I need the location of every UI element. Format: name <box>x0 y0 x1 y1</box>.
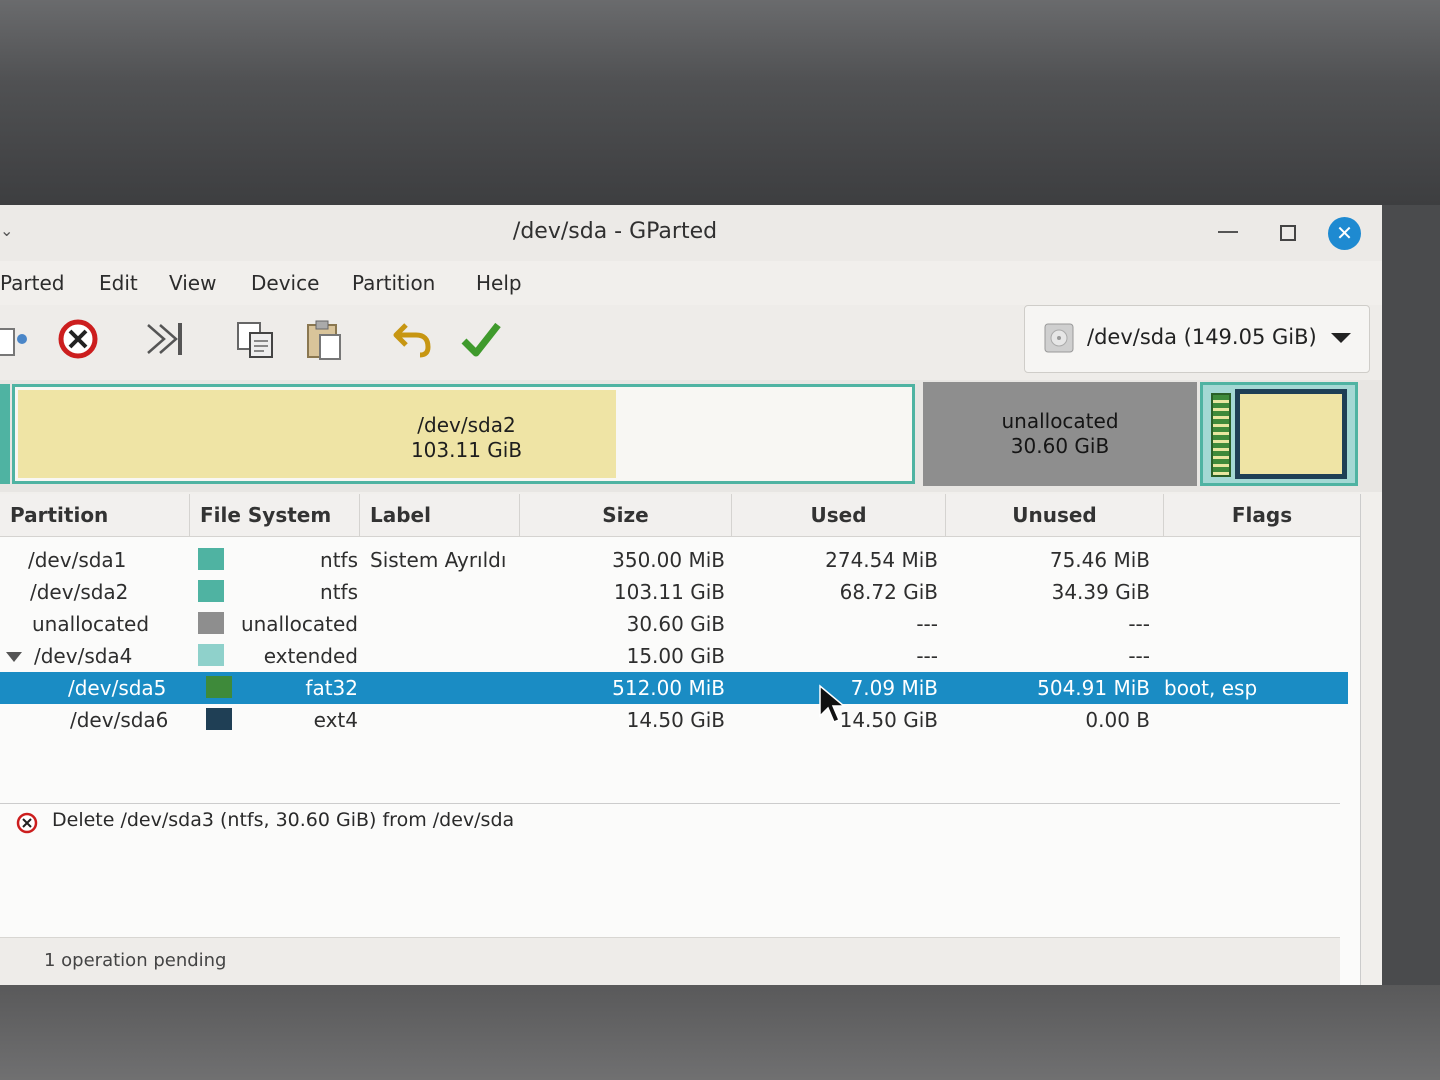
resize-move-icon[interactable] <box>142 315 190 363</box>
disk-map-unallocated-size: 30.60 GiB <box>1010 434 1110 458</box>
cell-size: 15.00 GiB <box>626 644 725 668</box>
column-flags[interactable]: Flags <box>1164 494 1360 536</box>
hard-disk-icon <box>1044 323 1074 353</box>
status-bar: 1 operation pending <box>0 937 1340 985</box>
gparted-window: ⌄ /dev/sda - GParted ✕ Parted Edit View … <box>0 205 1382 985</box>
cell-used: --- <box>916 612 938 636</box>
column-label[interactable]: Label <box>360 494 520 536</box>
cell-partition: /dev/sda5 <box>68 676 167 700</box>
disk-map-unallocated-name: unallocated <box>1001 409 1119 433</box>
cell-fs: extended <box>263 644 358 668</box>
menu-view[interactable]: View <box>169 271 216 295</box>
pending-operations-list: Delete /dev/sda3 (ntfs, 30.60 GiB) from … <box>0 803 1340 936</box>
delete-operation-icon <box>16 812 38 834</box>
cell-partition: /dev/sda4 <box>34 644 133 668</box>
monitor-bezel-top <box>0 0 1440 205</box>
maximize-button[interactable] <box>1280 225 1296 241</box>
cell-unused: 0.00 B <box>1085 708 1150 732</box>
disk-map-unallocated-text: unallocated 30.60 GiB <box>923 409 1197 459</box>
disk-map-extended[interactable] <box>1200 382 1358 486</box>
cell-size: 512.00 MiB <box>612 676 725 700</box>
table-row[interactable]: /dev/sda5 fat32 512.00 MiB 7.09 MiB 504.91 M… <box>0 672 1348 704</box>
disk-map: /dev/sda2 103.11 GiB unallocated 30.60 G… <box>0 380 1382 492</box>
cell-used: 274.54 MiB <box>825 548 938 572</box>
apply-icon[interactable] <box>456 315 504 363</box>
column-unused[interactable]: Unused <box>946 494 1164 536</box>
cell-size: 350.00 MiB <box>612 548 725 572</box>
cell-partition: /dev/sda2 <box>30 580 129 604</box>
mouse-cursor-icon <box>819 684 847 723</box>
undo-icon[interactable] <box>388 315 436 363</box>
device-selector[interactable]: /dev/sda (149.05 GiB) <box>1024 305 1370 373</box>
disk-map-sda6[interactable] <box>1235 389 1347 479</box>
disk-map-sda1[interactable] <box>0 384 10 484</box>
cell-label: Sistem Ayrıldı <box>370 548 507 572</box>
table-row[interactable]: /dev/sda2 ntfs 103.11 GiB 68.72 GiB 34.39 Gi… <box>0 576 1348 608</box>
cell-flags: boot, esp <box>1164 676 1258 700</box>
cell-partition: /dev/sda1 <box>28 548 127 572</box>
new-partition-icon[interactable] <box>0 315 34 363</box>
menu-device[interactable]: Device <box>251 271 319 295</box>
table-row[interactable]: unallocated unallocated 30.60 GiB --- --- <box>0 608 1348 640</box>
disk-map-sda2-size: 103.11 GiB <box>410 438 523 462</box>
menu-edit[interactable]: Edit <box>99 271 138 295</box>
operation-item[interactable]: Delete /dev/sda3 (ntfs, 30.60 GiB) from … <box>52 809 514 831</box>
monitor-bezel-bottom <box>0 985 1440 1080</box>
disk-map-sda5[interactable] <box>1211 393 1231 477</box>
cell-size: 14.50 GiB <box>626 708 725 732</box>
delete-icon[interactable] <box>54 315 102 363</box>
dropdown-arrow-icon <box>1331 333 1351 343</box>
title-bar: ⌄ /dev/sda - GParted ✕ <box>0 205 1382 261</box>
cell-fs: ext4 <box>313 708 358 732</box>
cell-partition: unallocated <box>32 612 150 636</box>
cell-unused: 75.46 MiB <box>1049 548 1150 572</box>
table-row[interactable]: /dev/sda6 ext4 14.50 GiB 14.50 GiB 0.00 B <box>0 704 1348 736</box>
minimize-button[interactable] <box>1218 231 1238 233</box>
cell-fs: fat32 <box>305 676 358 700</box>
cell-unused: --- <box>1128 612 1150 636</box>
cell-size: 103.11 GiB <box>613 580 725 604</box>
disk-map-unallocated[interactable]: unallocated 30.60 GiB <box>923 382 1197 486</box>
disk-map-sda2-name: /dev/sda2 <box>417 413 516 437</box>
device-selector-value: /dev/sda (149.05 GiB) <box>1087 325 1317 349</box>
table-row[interactable]: /dev/sda4 extended 15.00 GiB --- --- <box>0 640 1348 672</box>
cell-size: 30.60 GiB <box>626 612 725 636</box>
table-header: Partition File System Label Size Used Un… <box>0 494 1360 537</box>
column-partition[interactable]: Partition <box>0 494 190 536</box>
cell-used: --- <box>916 644 938 668</box>
window-title: /dev/sda - GParted <box>512 219 718 244</box>
copy-icon[interactable] <box>232 315 280 363</box>
column-size[interactable]: Size <box>520 494 732 536</box>
cell-fs: ntfs <box>320 548 358 572</box>
paste-icon[interactable] <box>300 315 348 363</box>
expander-arrow-icon[interactable] <box>6 652 22 662</box>
cell-unused: --- <box>1128 644 1150 668</box>
menu-bar: Parted Edit View Device Partition Help <box>0 263 1382 303</box>
column-file-system[interactable]: File System <box>190 494 360 536</box>
cell-unused: 34.39 GiB <box>1051 580 1150 604</box>
cell-fs: ntfs <box>320 580 358 604</box>
status-text: 1 operation pending <box>44 950 227 971</box>
cell-fs: unallocated <box>240 612 358 636</box>
menu-help[interactable]: Help <box>476 271 522 295</box>
menu-gparted[interactable]: Parted <box>0 271 64 295</box>
disk-map-sda2[interactable]: /dev/sda2 103.11 GiB <box>12 384 915 484</box>
monitor-bezel-right <box>1382 205 1440 985</box>
close-button[interactable]: ✕ <box>1328 217 1361 250</box>
cell-unused: 504.91 MiB <box>1037 676 1150 700</box>
cell-partition: /dev/sda6 <box>70 708 169 732</box>
menu-partition[interactable]: Partition <box>352 271 435 295</box>
cell-used: 68.72 GiB <box>839 580 938 604</box>
column-used[interactable]: Used <box>732 494 946 536</box>
table-row[interactable]: /dev/sda1 ntfs Sistem Ayrıldı 350.00 MiB 274… <box>0 544 1348 576</box>
disk-map-sda2-text: /dev/sda2 103.11 GiB <box>15 413 918 463</box>
